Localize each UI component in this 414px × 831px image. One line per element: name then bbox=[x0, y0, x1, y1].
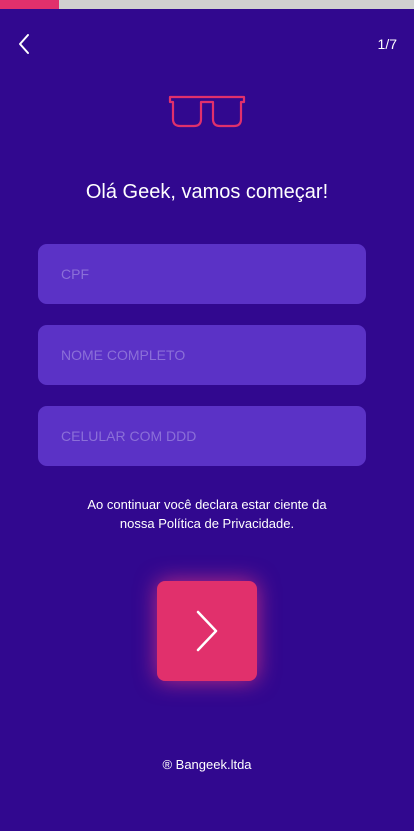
privacy-disclaimer-line-1: Ao continuar você declara estar ciente d… bbox=[87, 497, 327, 512]
chevron-left-icon bbox=[19, 34, 29, 54]
chevron-right-icon bbox=[196, 610, 218, 652]
next-button[interactable] bbox=[157, 581, 257, 681]
logo bbox=[168, 95, 246, 129]
full-name-input[interactable] bbox=[38, 325, 366, 385]
cpf-input[interactable] bbox=[38, 244, 366, 304]
privacy-disclaimer: Ao continuar você declara estar ciente d… bbox=[0, 495, 414, 533]
page-title: Olá Geek, vamos começar! bbox=[85, 181, 329, 203]
glasses-icon bbox=[168, 95, 246, 128]
progress-bar-fill bbox=[0, 0, 60, 9]
footer-copyright: ® Bangeek.ltda bbox=[162, 757, 252, 772]
phone-input[interactable] bbox=[38, 406, 366, 466]
step-counter: 1/7 bbox=[377, 36, 397, 52]
privacy-policy-text[interactable]: nossa Política de Privacidade. bbox=[0, 514, 414, 533]
progress-bar bbox=[0, 0, 414, 9]
back-button[interactable] bbox=[10, 30, 38, 58]
